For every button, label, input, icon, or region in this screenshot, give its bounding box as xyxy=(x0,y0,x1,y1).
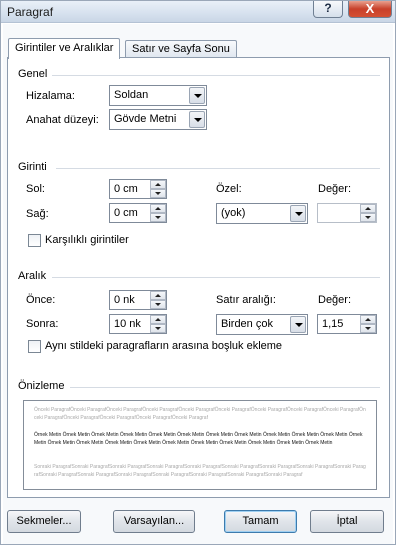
divider xyxy=(56,168,380,169)
spin-up-icon[interactable] xyxy=(150,315,166,324)
spin-down-icon[interactable] xyxy=(150,300,166,309)
chevron-down-icon[interactable] xyxy=(290,205,306,222)
spin-up-icon[interactable] xyxy=(150,180,166,189)
space-after-label: Sonra: xyxy=(26,318,59,330)
close-button[interactable]: X xyxy=(348,1,392,18)
help-icon: ? xyxy=(324,1,332,15)
window-title: Paragraf xyxy=(7,5,54,19)
special-indent-select[interactable]: (yok) xyxy=(216,203,308,224)
tab-panel: Genel Hizalama: Soldan Anahat düzeyi: Gö… xyxy=(7,57,390,498)
spin-down-icon[interactable] xyxy=(360,324,376,333)
preview-sample-paragraph: Örnek Metin Örnek Metin Örnek Metin Örne… xyxy=(34,432,363,446)
space-before-label: Önce: xyxy=(26,294,56,306)
close-icon: X xyxy=(365,1,375,16)
spin-down-icon[interactable] xyxy=(360,213,376,222)
spin-up-icon[interactable] xyxy=(360,204,376,213)
outline-level-label: Anahat düzeyi: xyxy=(26,114,99,126)
section-spacing-title: Aralık xyxy=(18,270,47,282)
dont-add-space-checkbox[interactable] xyxy=(28,340,41,353)
divider xyxy=(70,387,380,388)
line-spacing-at-value: 1,15 xyxy=(322,318,344,330)
cancel-button[interactable]: İptal xyxy=(310,510,384,533)
tabs-button-label: Sekmeler... xyxy=(16,515,72,527)
space-before-value: 0 nk xyxy=(114,294,135,306)
space-after-spinner[interactable]: 10 nk xyxy=(109,314,167,334)
cancel-button-label: İptal xyxy=(336,515,358,527)
divider xyxy=(52,75,380,76)
title-bar[interactable]: Paragraf ? X xyxy=(1,1,395,23)
tab-label: Girintiler ve Aralıklar xyxy=(15,42,114,54)
line-spacing-at-label: Değer: xyxy=(318,294,352,306)
left-indent-value: 0 cm xyxy=(114,183,138,195)
chevron-down-icon[interactable] xyxy=(189,87,205,104)
space-before-spinner[interactable]: 0 nk xyxy=(109,290,167,310)
spin-up-icon[interactable] xyxy=(360,315,376,324)
left-indent-label: Sol: xyxy=(26,183,45,195)
line-spacing-select[interactable]: Birden çok xyxy=(216,314,308,335)
line-spacing-label: Satır aralığı: xyxy=(216,294,276,306)
spin-up-icon[interactable] xyxy=(150,291,166,300)
paragraph-dialog: Paragraf ? X Girintiler ve Aralıklar Sat… xyxy=(0,0,396,545)
spin-down-icon[interactable] xyxy=(150,324,166,333)
default-button-label: Varsayılan... xyxy=(123,515,185,527)
right-indent-label: Sağ: xyxy=(26,208,49,220)
mirror-indents-checkbox[interactable] xyxy=(28,234,41,247)
tab-indents-spacing[interactable]: Girintiler ve Aralıklar xyxy=(8,38,121,59)
special-indent-label: Özel: xyxy=(216,183,242,195)
special-indent-value: (yok) xyxy=(221,207,246,219)
section-preview-title: Önizleme xyxy=(18,380,65,392)
ok-button[interactable]: Tamam xyxy=(224,510,297,533)
dialog-body: Girintiler ve Aralıklar Satır ve Sayfa S… xyxy=(3,24,393,544)
outline-level-select[interactable]: Gövde Metni xyxy=(109,109,207,130)
left-indent-spinner[interactable]: 0 cm xyxy=(109,179,167,199)
line-spacing-at-spinner[interactable]: 1,15 xyxy=(317,314,377,334)
chevron-down-icon[interactable] xyxy=(290,316,306,333)
section-indent-title: Girinti xyxy=(18,161,47,173)
spin-down-icon[interactable] xyxy=(150,189,166,198)
help-button[interactable]: ? xyxy=(313,1,343,18)
space-after-value: 10 nk xyxy=(114,318,141,330)
dont-add-space-label: Aynı stildeki paragrafların arasına boşl… xyxy=(45,340,283,352)
alignment-label: Hizalama: xyxy=(26,90,75,102)
paragraph-preview: Önceki ParagrafÖnceki ParagrafÖnceki Par… xyxy=(23,400,377,490)
tabs-button[interactable]: Sekmeler... xyxy=(7,510,81,533)
indent-by-spinner[interactable] xyxy=(317,203,377,223)
preview-following-paragraph: Sonraki ParagrafSonraki ParagrafSonraki … xyxy=(34,464,366,478)
alignment-value: Soldan xyxy=(114,89,149,101)
outline-level-value: Gövde Metni xyxy=(114,113,177,125)
ok-button-label: Tamam xyxy=(242,515,279,527)
chevron-down-icon[interactable] xyxy=(189,111,205,128)
set-as-default-button[interactable]: Varsayılan... xyxy=(113,510,195,533)
spin-down-icon[interactable] xyxy=(150,213,166,222)
spin-up-icon[interactable] xyxy=(150,204,166,213)
alignment-select[interactable]: Soldan xyxy=(109,85,207,106)
divider xyxy=(52,277,380,278)
mirror-indents-label: Karşılıklı girintiler xyxy=(45,234,129,246)
right-indent-value: 0 cm xyxy=(114,207,138,219)
tab-line-page-breaks[interactable]: Satır ve Sayfa Sonu xyxy=(125,40,237,58)
preview-previous-paragraph: Önceki ParagrafÖnceki ParagrafÖnceki Par… xyxy=(34,407,366,421)
line-spacing-value: Birden çok xyxy=(221,318,273,330)
indent-by-label: Değer: xyxy=(318,183,352,195)
tab-label: Satır ve Sayfa Sonu xyxy=(132,43,230,55)
section-general-title: Genel xyxy=(18,68,48,80)
right-indent-spinner[interactable]: 0 cm xyxy=(109,203,167,223)
